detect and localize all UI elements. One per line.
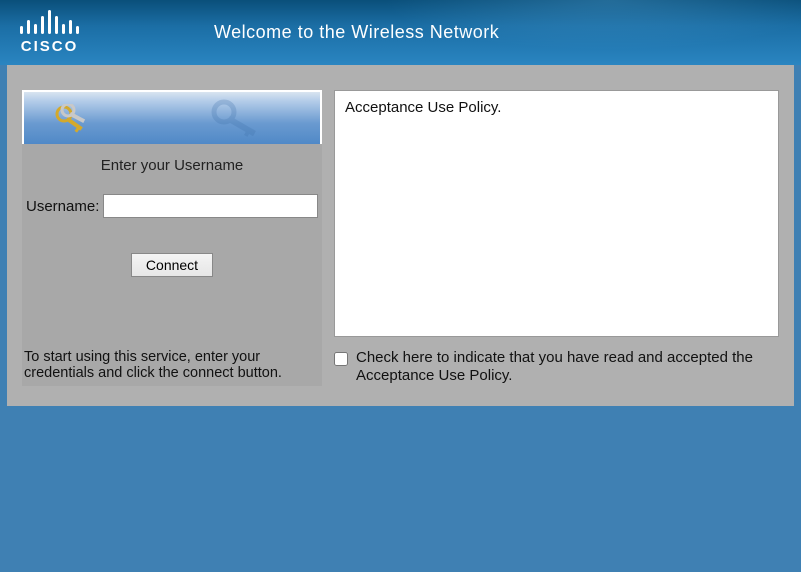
login-panel: Enter your Username Username: Connect To…	[22, 90, 322, 386]
username-input[interactable]	[103, 194, 318, 218]
header: CISCO Welcome to the Wireless Network	[0, 0, 801, 65]
username-row: Username:	[22, 194, 322, 218]
connect-row: Connect	[22, 253, 322, 277]
username-label: Username:	[26, 198, 99, 215]
brand-name: CISCO	[21, 38, 79, 55]
cisco-logo: CISCO	[20, 10, 79, 55]
login-banner	[22, 90, 322, 144]
accept-policy-label: Check here to indicate that you have rea…	[356, 349, 779, 387]
cisco-bars-icon	[20, 10, 79, 34]
login-instructions: To start using this service, enter your …	[22, 349, 322, 386]
accept-policy-row: Check here to indicate that you have rea…	[334, 349, 779, 387]
keys-faded-icon	[210, 98, 270, 144]
policy-panel: Acceptance Use Policy. Check here to ind…	[334, 90, 779, 386]
accept-policy-checkbox[interactable]	[334, 352, 348, 366]
content-wrapper: Enter your Username Username: Connect To…	[7, 65, 794, 406]
keys-icon	[54, 104, 94, 139]
page-title: Welcome to the Wireless Network	[214, 22, 499, 43]
login-heading: Enter your Username	[22, 144, 322, 194]
policy-textarea[interactable]: Acceptance Use Policy.	[334, 90, 779, 337]
connect-button[interactable]: Connect	[131, 253, 213, 277]
